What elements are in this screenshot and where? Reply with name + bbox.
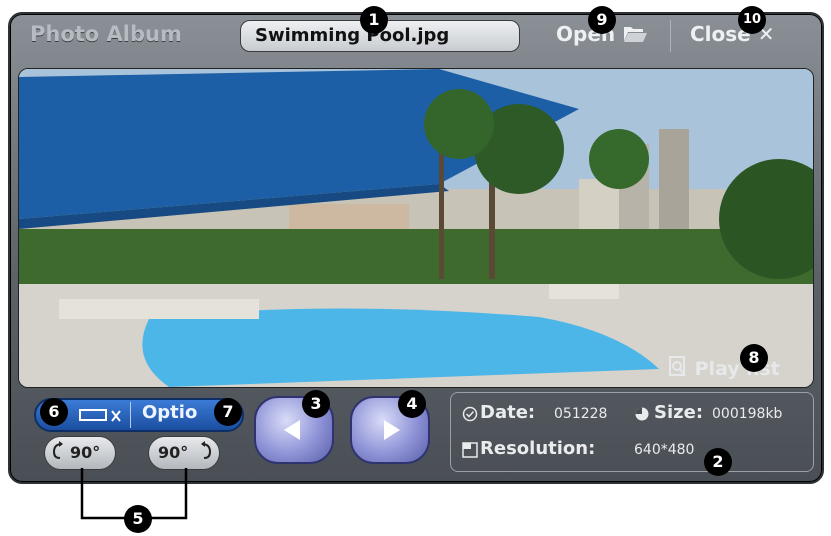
callout-badge-8: 8 — [740, 344, 768, 372]
rotate-left-label: 90° — [70, 443, 101, 462]
callout-badge-10: 10 — [738, 6, 766, 34]
callout-badge-9: 9 — [588, 6, 616, 34]
date-value: 051228 — [554, 406, 608, 422]
header-divider — [670, 20, 671, 52]
resolution-label: Resolution: — [480, 438, 596, 459]
app-title: Photo Album — [30, 22, 182, 46]
callout-badge-7: 7 — [214, 398, 242, 426]
option-button[interactable]: Optio — [142, 402, 197, 423]
folder-open-icon — [624, 27, 648, 42]
size-icon — [635, 407, 649, 421]
rotate-right-label: 90° — [158, 443, 189, 462]
size-label: Size: — [654, 402, 704, 423]
callout-badge-6: 6 — [40, 398, 68, 426]
resolution-icon — [462, 442, 478, 458]
date-icon — [462, 406, 478, 422]
option-divider — [130, 402, 131, 428]
callout-badge-4: 4 — [398, 390, 426, 418]
date-label: Date: — [480, 402, 536, 423]
fullscreen-toggle-button[interactable] — [78, 408, 126, 428]
callout-badge-2: 2 — [704, 448, 732, 476]
swimming-pool-photo — [19, 69, 813, 387]
fullscreen-exit-icon — [79, 409, 121, 422]
callout-badge-1: 1 — [360, 6, 388, 34]
photo-view — [18, 68, 814, 388]
resolution-value: 640*480 — [634, 442, 695, 458]
filename-label: Swimming Pool.jpg — [255, 25, 450, 46]
playlist-icon — [669, 356, 686, 377]
callout-badge-5: 5 — [124, 505, 152, 533]
rotate-left-icon — [52, 441, 63, 459]
size-value: 000198kb — [712, 406, 783, 422]
rotate-right-icon — [201, 441, 212, 459]
callout-badge-3: 3 — [302, 390, 330, 418]
